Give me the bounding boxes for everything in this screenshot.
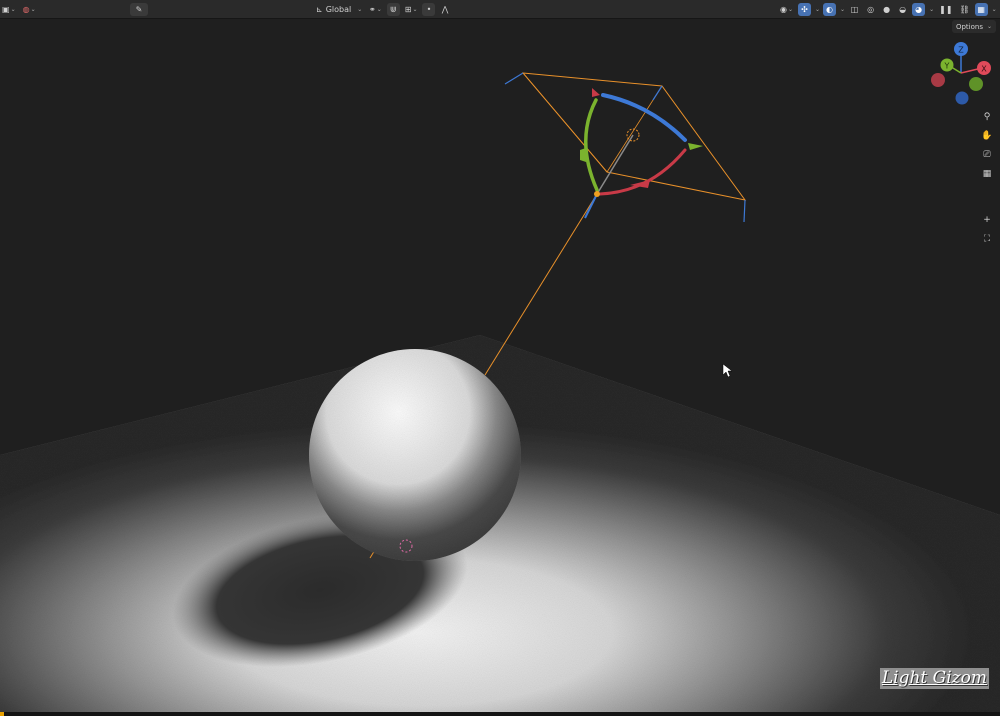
zoom-icon[interactable]: ⚲	[979, 109, 995, 125]
axis-neg-z-button[interactable]	[955, 91, 969, 105]
axis-x-label: X	[981, 65, 987, 74]
status-marker	[0, 712, 4, 716]
rendered-icon[interactable]: ◕	[912, 3, 926, 16]
frame-icon[interactable]: ⛶	[979, 231, 995, 247]
link-icon[interactable]: ⛓	[958, 3, 972, 16]
gizmo-icon[interactable]: ✣	[798, 3, 812, 16]
axis-z-label: Z	[958, 46, 964, 55]
solid-icon[interactable]: ●	[880, 3, 893, 16]
pivot-icon[interactable]: ⚭ ⌄	[367, 3, 384, 16]
options-label: Options	[955, 22, 983, 31]
axis-neg-x-button[interactable]	[931, 73, 945, 87]
chevron-down-icon: ⌄	[986, 23, 992, 30]
axes-icon: ⊾	[316, 5, 323, 14]
eyedropper-icon[interactable]: ✎	[130, 3, 148, 16]
falloff-icon[interactable]: ⋀	[438, 3, 451, 16]
hand-icon[interactable]: ✋	[979, 128, 995, 144]
sphere-object[interactable]	[309, 349, 521, 561]
editor-type-icon[interactable]: ▣ ⌄	[0, 3, 18, 16]
camera-icon[interactable]: ⎚	[979, 147, 995, 163]
layout-dropdown-icon[interactable]: ⌄	[992, 6, 997, 13]
magnet-icon[interactable]: ⋓	[386, 3, 400, 16]
options-dropdown[interactable]: Options ⌄	[951, 20, 996, 33]
status-strip	[0, 712, 1000, 716]
pause-icon[interactable]: ❚❚	[937, 3, 954, 16]
plus-icon[interactable]: +	[979, 212, 995, 228]
viewport-header: ▣ ⌄ ◍ ⌄ ✎ ⊾ Global ⌄ ⚭ ⌄ ⋓ ⊞ ⌄ • ⋀ ◉ ⌄ ✣ ⌄ ◐ …	[0, 0, 1000, 19]
proportional-icon[interactable]: •	[422, 3, 436, 16]
wireframe-icon[interactable]: ◎	[864, 3, 877, 16]
overlay-dropdown-icon[interactable]: ⌄	[840, 6, 845, 13]
axis-y-label: Y	[944, 62, 950, 71]
grid-icon[interactable]: ▦	[979, 166, 995, 182]
shading-dropdown-icon[interactable]: ⌄	[929, 6, 934, 13]
light-origin-icon[interactable]	[594, 191, 600, 197]
xray-icon[interactable]: ◫	[848, 3, 861, 16]
gizmo-dropdown-icon[interactable]: ⌄	[815, 6, 820, 13]
eye-icon[interactable]: ◉ ⌄	[778, 3, 795, 16]
snap-target-icon[interactable]: ⊞ ⌄	[403, 3, 420, 16]
material-icon[interactable]: ◒	[896, 3, 909, 16]
overlay-icon[interactable]: ◐	[823, 3, 837, 16]
orientation-label: Global	[325, 5, 352, 14]
object-mode-icon[interactable]: ◍ ⌄	[21, 3, 38, 16]
3d-viewport[interactable]: Z X Y	[0, 0, 1000, 716]
orientation-dropdown[interactable]: ⊾ Global ⌄	[314, 3, 364, 16]
video-caption: Light Gizom	[879, 668, 989, 689]
layout-icon[interactable]: ▦	[974, 3, 988, 16]
axis-neg-y-button[interactable]	[969, 77, 983, 91]
